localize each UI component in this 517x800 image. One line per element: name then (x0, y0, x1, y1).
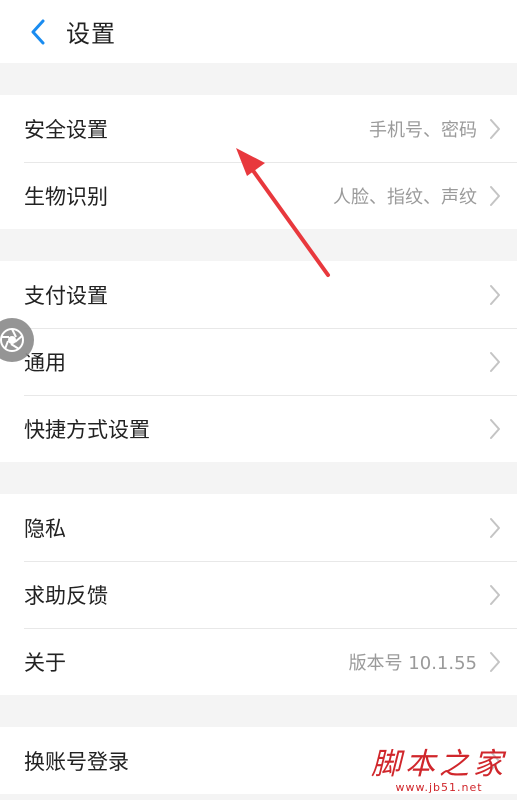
row-label: 隐私 (24, 516, 66, 541)
row-label: 快捷方式设置 (24, 417, 150, 442)
row-payment-settings[interactable]: 支付设置 (0, 261, 517, 328)
chevron-right-icon (485, 648, 505, 676)
chevron-right-icon (485, 415, 505, 443)
row-label: 求助反馈 (24, 583, 108, 608)
page-title: 设置 (66, 20, 116, 48)
row-about[interactable]: 关于 版本号 10.1.55 (0, 628, 517, 695)
settings-group-account: 安全设置 手机号、密码 生物识别 人脸、指纹、声纹 (0, 95, 517, 229)
chevron-left-icon (31, 19, 45, 44)
row-label: 安全设置 (24, 117, 108, 142)
header-bar: 设置 (0, 0, 517, 63)
row-label: 支付设置 (24, 283, 108, 308)
chevron-right-icon (485, 514, 505, 542)
section-gap (0, 229, 517, 261)
back-button[interactable] (16, 10, 60, 54)
row-privacy[interactable]: 隐私 (0, 494, 517, 561)
row-label: 通用 (24, 350, 66, 375)
chevron-right-icon (485, 348, 505, 376)
chevron-right-icon (485, 747, 505, 775)
row-biometrics[interactable]: 生物识别 人脸、指纹、声纹 (0, 162, 517, 229)
row-shortcut-settings[interactable]: 快捷方式设置 (0, 395, 517, 462)
row-general[interactable]: 通用 (0, 328, 517, 395)
settings-group-about: 隐私 求助反馈 关于 版本号 10.1.55 (0, 494, 517, 695)
settings-group-general: 支付设置 通用 快捷方式设置 (0, 261, 517, 462)
section-gap (0, 63, 517, 95)
section-gap (0, 462, 517, 494)
row-value: 人脸、指纹、声纹 (333, 186, 477, 208)
chevron-right-icon (485, 581, 505, 609)
chevron-right-icon (485, 281, 505, 309)
shutter-icon (0, 328, 24, 352)
row-security-settings[interactable]: 安全设置 手机号、密码 (0, 95, 517, 162)
settings-group-login: 换账号登录 (0, 727, 517, 794)
settings-screen: 设置 安全设置 手机号、密码 生物识别 人脸、指纹、声纹 支付设置 通用 快捷方… (0, 0, 517, 800)
row-value: 手机号、密码 (369, 119, 477, 141)
row-switch-account[interactable]: 换账号登录 (0, 727, 517, 794)
row-label: 换账号登录 (24, 749, 129, 774)
row-label: 生物识别 (24, 184, 108, 209)
chevron-right-icon (485, 115, 505, 143)
chevron-right-icon (485, 182, 505, 210)
row-help-feedback[interactable]: 求助反馈 (0, 561, 517, 628)
row-label: 关于 (24, 650, 66, 675)
section-gap (0, 695, 517, 727)
version-value: 版本号 10.1.55 (348, 652, 477, 674)
